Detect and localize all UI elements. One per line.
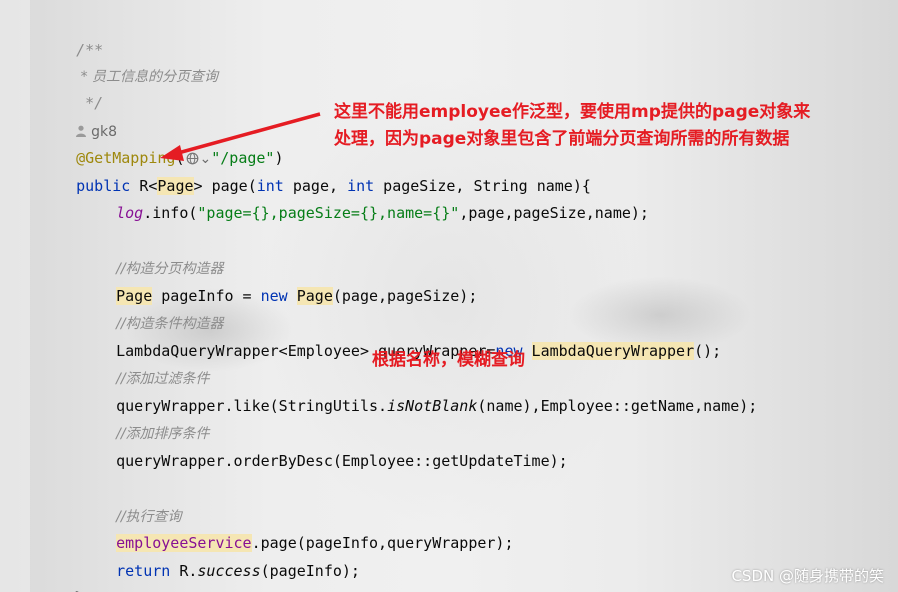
kw-new-1: new bbox=[260, 287, 288, 305]
csdn-watermark: CSDN @随身携带的笑 bbox=[731, 567, 884, 585]
log-line: log.info("page={},pageSize={},name={}",p… bbox=[40, 177, 649, 222]
comment-exec: //执行查询 bbox=[40, 480, 181, 525]
log-args: ,page,pageSize,name); bbox=[459, 204, 649, 222]
callout-annotation: 这里不能用employee作泛型，要使用mp提供的page对象来 处理，因为pa… bbox=[334, 99, 810, 153]
editor-gutter bbox=[0, 0, 30, 592]
return-mid: R. bbox=[170, 562, 198, 580]
closing-brace-line: } bbox=[38, 562, 83, 592]
get-mapping-line: @GetMapping( ⌄"/page") bbox=[40, 122, 283, 167]
comment-filter: //添加过滤条件 bbox=[40, 342, 209, 387]
log-format-string: "page={},pageSize={},name={}" bbox=[197, 204, 460, 222]
is-not-blank-method: isNotBlank bbox=[387, 397, 478, 415]
order-line: queryWrapper.orderByDesc(Employee::getUp… bbox=[40, 425, 568, 470]
log-field: log bbox=[116, 204, 144, 222]
callout-line-1: 这里不能用employee作泛型，要使用mp提供的page对象来 bbox=[334, 102, 811, 122]
page-info-line: Page pageInfo = new Page(page,pageSize); bbox=[40, 260, 477, 305]
callout-line-2: 处理，因为page对象里包含了前端分页查询所需的所有数据 bbox=[334, 129, 790, 149]
comment-order: //添加排序条件 bbox=[40, 397, 209, 442]
wrapper-line: LambdaQueryWrapper<Employee> queryWrappe… bbox=[40, 315, 721, 360]
exec-line: employeeService.page(pageInfo,queryWrapp… bbox=[40, 507, 514, 552]
return-end: (pageInfo); bbox=[260, 562, 360, 580]
comment-cond-ctor: //构造条件构造器 bbox=[40, 287, 223, 332]
success-method: success bbox=[197, 562, 261, 580]
kw-return: return bbox=[116, 562, 171, 580]
wrapper-end: (); bbox=[694, 342, 722, 360]
page-ctor-args: (page,pageSize); bbox=[332, 287, 478, 305]
page-ctor: Page bbox=[296, 287, 333, 305]
wrapper-ctor: LambdaQueryWrapper bbox=[531, 342, 695, 360]
method-signature: public R<Page> page(int page, int pageSi… bbox=[40, 150, 591, 195]
javadoc-close: */ bbox=[40, 67, 103, 112]
order-by-desc: queryWrapper.orderByDesc(Employee::getUp… bbox=[116, 452, 568, 470]
javadoc-open: /** bbox=[40, 14, 103, 59]
like-end: (name),Employee::getName,name); bbox=[477, 397, 758, 415]
javadoc-text: * 员工信息的分页查询 bbox=[40, 40, 218, 85]
return-line: return R.success(pageInfo); bbox=[40, 535, 360, 580]
log-call: .info( bbox=[143, 204, 198, 222]
author-inlay-hint[interactable]: gk8 bbox=[40, 95, 117, 140]
filter-note: 根据名称，模糊查询 bbox=[372, 350, 525, 370]
comment-page-ctor: //构造分页构造器 bbox=[40, 232, 223, 277]
